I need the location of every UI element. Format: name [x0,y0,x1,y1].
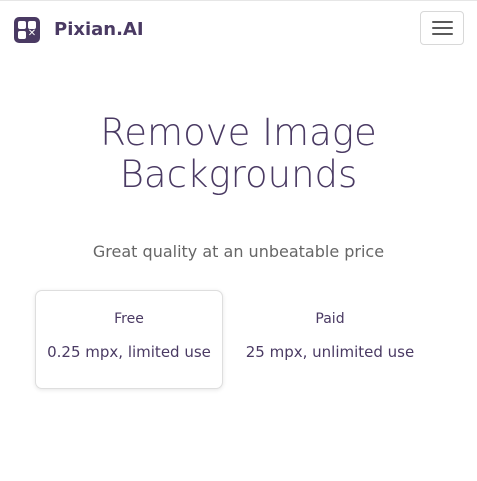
menu-toggle-button[interactable] [420,11,464,45]
navbar: ✕ Pixian.AI [0,1,477,56]
page-title: Remove Image Backgrounds [0,112,477,196]
plan-name: Free [114,311,144,327]
page-title-line-2: Backgrounds [119,153,358,196]
plan-description: 25 mpx, unlimited use [245,343,415,361]
page-title-line-1: Remove Image [100,111,377,154]
plan-description: 0.25 mpx, limited use [47,343,211,361]
plan-card-free[interactable]: Free 0.25 mpx, limited use [35,290,223,389]
page-subtitle: Great quality at an unbeatable price [92,242,385,261]
plan-name: Paid [315,311,345,327]
pixian-logo-icon: ✕ [14,17,40,43]
plan-card-paid[interactable]: Paid 25 mpx, unlimited use [236,290,424,389]
brand-name: Pixian.AI [54,19,144,40]
brand-link[interactable]: ✕ Pixian.AI [14,17,144,43]
